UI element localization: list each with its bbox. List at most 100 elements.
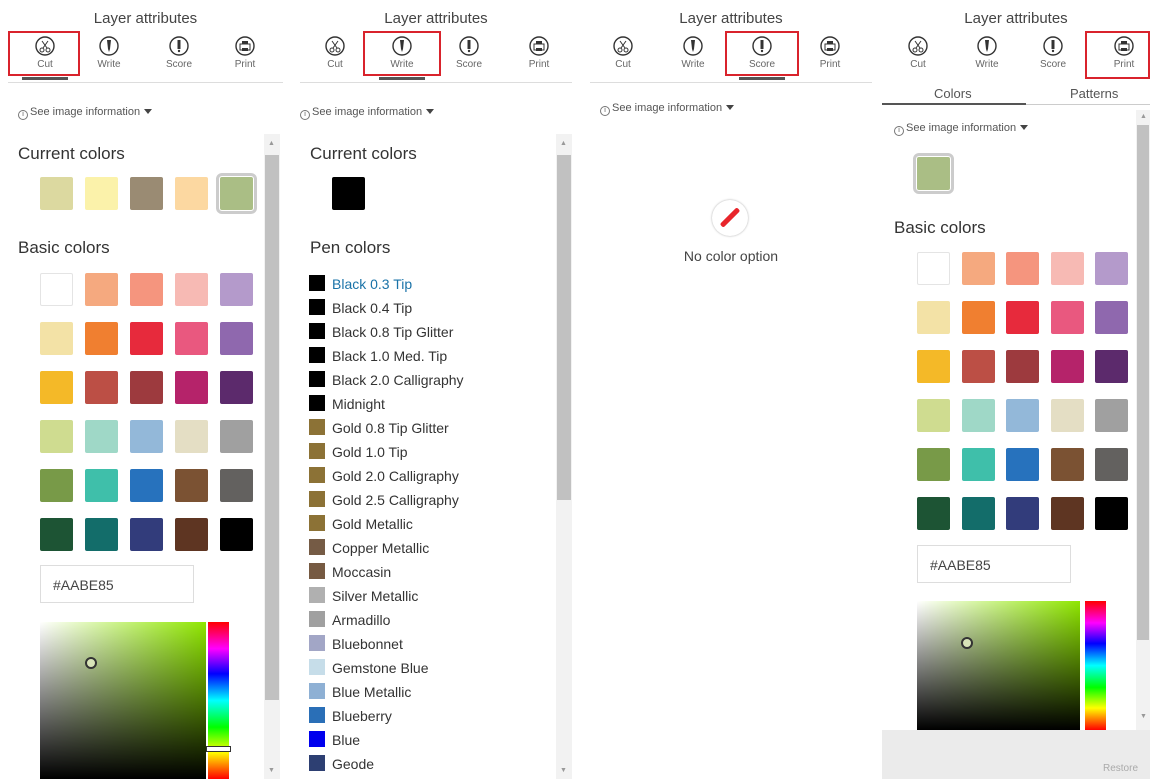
basic-color-swatch[interactable] xyxy=(130,322,163,355)
basic-color-swatch[interactable] xyxy=(175,371,208,404)
scrollbar-thumb[interactable] xyxy=(557,155,571,500)
basic-color-swatch[interactable] xyxy=(40,469,73,502)
hex-input[interactable]: #AABE85 xyxy=(40,565,194,603)
basic-color-swatch[interactable] xyxy=(1006,350,1039,383)
basic-color-swatch[interactable] xyxy=(40,420,73,453)
basic-color-swatch[interactable] xyxy=(130,420,163,453)
basic-color-swatch[interactable] xyxy=(130,273,163,306)
tab-score[interactable]: Score xyxy=(1022,34,1084,76)
basic-color-swatch[interactable] xyxy=(961,399,995,432)
picker-knob[interactable] xyxy=(961,637,973,649)
basic-color-swatch[interactable] xyxy=(917,350,950,383)
pen-color-item[interactable]: Bluebonnet xyxy=(309,635,403,655)
basic-color-swatch[interactable] xyxy=(85,371,118,404)
pen-color-item[interactable]: Black 0.4 Tip xyxy=(309,299,412,319)
basic-color-swatch[interactable] xyxy=(85,469,118,502)
hue-marker[interactable] xyxy=(206,746,231,752)
basic-color-swatch[interactable] xyxy=(1006,448,1039,481)
pen-color-item[interactable]: Black 0.8 Tip Glitter xyxy=(309,323,453,343)
basic-color-swatch[interactable] xyxy=(175,273,208,306)
basic-color-swatch[interactable] xyxy=(85,273,118,306)
basic-color-swatch[interactable] xyxy=(917,399,950,432)
tab-cut[interactable]: Cut xyxy=(887,34,949,76)
pen-color-item[interactable]: Armadillo xyxy=(309,611,390,631)
pen-color-item[interactable]: Blue xyxy=(309,731,360,751)
current-color-swatch[interactable] xyxy=(130,177,163,210)
basic-color-swatch[interactable] xyxy=(220,322,253,355)
pen-color-item[interactable]: Blueberry xyxy=(309,707,392,727)
current-color-swatch[interactable] xyxy=(85,177,118,210)
basic-color-swatch[interactable] xyxy=(1006,301,1039,334)
basic-color-swatch[interactable] xyxy=(1050,448,1084,481)
see-image-information[interactable]: i See image information xyxy=(300,106,435,120)
current-color-swatch[interactable] xyxy=(40,177,73,210)
basic-color-swatch[interactable] xyxy=(220,273,253,306)
basic-color-swatch[interactable] xyxy=(220,371,253,404)
basic-color-swatch[interactable] xyxy=(40,518,73,551)
basic-color-swatch[interactable] xyxy=(917,497,950,530)
basic-color-swatch[interactable] xyxy=(1006,399,1039,432)
pen-color-item[interactable]: Silver Metallic xyxy=(309,587,418,607)
saturation-picker[interactable] xyxy=(917,601,1080,730)
pen-color-item[interactable]: Black 2.0 Calligraphy xyxy=(309,371,464,391)
scroll-down-icon[interactable]: ▼ xyxy=(1140,713,1147,720)
tab-cut[interactable]: Cut xyxy=(592,34,654,76)
basic-color-swatch[interactable] xyxy=(1050,252,1084,285)
tab-write[interactable]: Write xyxy=(662,34,724,76)
tab-write[interactable]: Write xyxy=(956,34,1018,76)
tab-cut[interactable]: Cut xyxy=(304,34,366,76)
basic-color-swatch[interactable] xyxy=(1006,252,1039,285)
basic-color-swatch[interactable] xyxy=(130,371,163,404)
basic-color-swatch[interactable] xyxy=(1050,497,1084,530)
tab-score[interactable]: Score xyxy=(148,34,210,76)
pen-color-item[interactable]: Blue Metallic xyxy=(309,683,411,703)
basic-color-swatch[interactable] xyxy=(1095,301,1128,334)
hue-slider[interactable] xyxy=(208,622,229,779)
basic-color-swatch[interactable] xyxy=(1050,301,1084,334)
basic-color-swatch[interactable] xyxy=(40,322,73,355)
basic-color-swatch[interactable] xyxy=(961,448,995,481)
basic-color-swatch[interactable] xyxy=(1095,399,1128,432)
scrollbar-thumb[interactable] xyxy=(1137,125,1149,640)
pen-color-item[interactable]: Moccasin xyxy=(309,563,391,583)
current-color-swatch[interactable] xyxy=(175,177,208,210)
scroll-up-icon[interactable]: ▲ xyxy=(268,140,275,147)
current-color-swatch[interactable] xyxy=(216,173,257,214)
basic-color-swatch[interactable] xyxy=(85,322,118,355)
see-image-information[interactable]: i See image information xyxy=(600,102,735,116)
basic-color-swatch[interactable] xyxy=(1050,399,1084,432)
basic-color-swatch[interactable] xyxy=(917,252,950,285)
basic-color-swatch[interactable] xyxy=(917,301,950,334)
basic-color-swatch[interactable] xyxy=(1095,448,1128,481)
picker-knob[interactable] xyxy=(85,657,97,669)
basic-color-swatch[interactable] xyxy=(85,420,118,453)
basic-color-swatch[interactable] xyxy=(85,518,118,551)
restore-button[interactable]: Restore xyxy=(1103,763,1138,774)
saturation-picker[interactable] xyxy=(40,622,206,779)
see-image-information[interactable]: i See image information xyxy=(894,122,1029,136)
subtab-colors[interactable]: Colors xyxy=(934,86,972,101)
basic-color-swatch[interactable] xyxy=(220,420,253,453)
basic-color-swatch[interactable] xyxy=(1050,350,1084,383)
pen-color-item[interactable]: Gemstone Blue xyxy=(309,659,429,679)
basic-color-swatch[interactable] xyxy=(175,322,208,355)
scrollbar-thumb[interactable] xyxy=(265,155,279,700)
basic-color-swatch[interactable] xyxy=(961,497,995,530)
pen-color-item[interactable]: Gold Metallic xyxy=(309,515,413,535)
hue-slider[interactable] xyxy=(1085,601,1106,730)
scroll-up-icon[interactable]: ▲ xyxy=(560,140,567,147)
basic-color-swatch[interactable] xyxy=(175,420,208,453)
basic-color-swatch[interactable] xyxy=(130,469,163,502)
scroll-down-icon[interactable]: ▼ xyxy=(268,767,275,774)
basic-color-swatch[interactable] xyxy=(175,518,208,551)
tab-write[interactable]: Write xyxy=(78,34,140,76)
basic-color-swatch[interactable] xyxy=(220,469,253,502)
pen-color-item[interactable]: Geode xyxy=(309,755,374,775)
current-color-swatch[interactable] xyxy=(332,177,365,210)
basic-color-swatch[interactable] xyxy=(917,448,950,481)
basic-color-swatch[interactable] xyxy=(961,350,995,383)
tab-print[interactable]: Print xyxy=(508,34,570,76)
basic-color-swatch[interactable] xyxy=(1095,252,1128,285)
tab-score[interactable]: Score xyxy=(438,34,500,76)
basic-color-swatch[interactable] xyxy=(130,518,163,551)
